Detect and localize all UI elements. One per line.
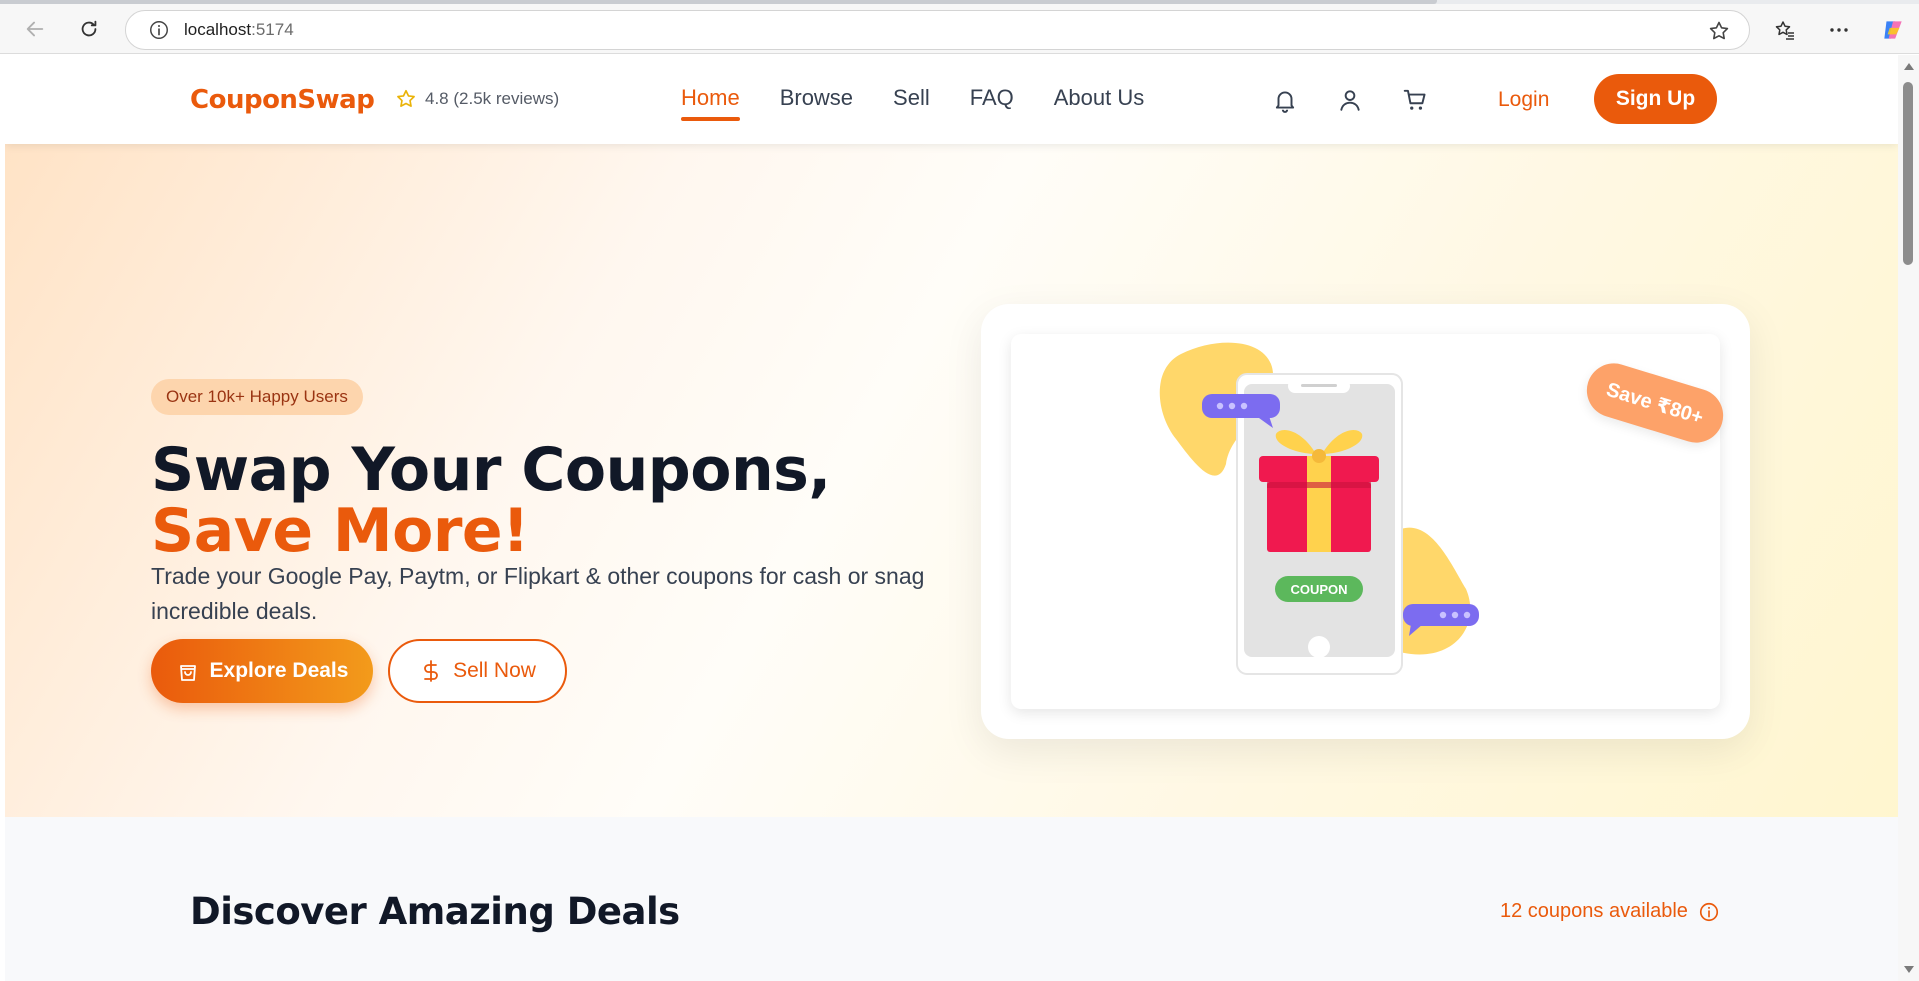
nav-browse[interactable]: Browse [780,85,853,121]
login-link[interactable]: Login [1498,88,1549,112]
site-info-icon[interactable] [148,19,170,41]
signup-button[interactable]: Sign Up [1594,74,1717,124]
coupons-available-count: 12 coupons available [1500,900,1720,923]
back-arrow-icon [26,21,44,37]
happy-users-badge: Over 10k+ Happy Users [151,379,363,415]
rating-summary: 4.8 (2.5k reviews) [395,88,559,110]
dollar-icon [424,660,438,682]
coupons-available-text: 12 coupons available [1500,900,1688,922]
cart-icon [1403,89,1426,110]
favorites-icon [1775,21,1794,40]
site-logo[interactable]: CouponSwap [190,85,375,115]
site-header: CouponSwap 4.8 (2.5k reviews) Home Brows… [5,55,1898,144]
copilot-icon [1884,21,1902,39]
page-scrollbar[interactable] [1898,55,1919,981]
deals-title: Discover Amazing Deals [190,890,680,933]
hero-subtitle: Trade your Google Pay, Paytm, or Flipkar… [151,563,925,624]
page-viewport: CouponSwap 4.8 (2.5k reviews) Home Brows… [5,55,1898,981]
nav-faq[interactable]: FAQ [970,85,1014,121]
deals-section: Discover Amazing Deals 12 coupons availa… [5,817,1898,981]
nav-home[interactable]: Home [681,85,740,121]
hero-title-accent: Save More! [151,496,529,566]
hero-section: Over 10k+ Happy Users Swap Your Coupons,… [5,144,1898,817]
scroll-down-arrow-icon[interactable] [1904,966,1914,973]
rating-text: 4.8 (2.5k reviews) [425,89,560,108]
account-button[interactable] [1335,85,1365,115]
scroll-up-arrow-icon[interactable] [1904,63,1914,70]
explore-deals-button[interactable]: Explore Deals [151,639,373,703]
coupon-pill-label: COUPON [1290,582,1347,597]
reload-icon [81,20,97,37]
copilot-button[interactable] [1879,16,1907,44]
more-dots-icon [1830,28,1848,32]
favorites-button[interactable] [1771,16,1799,44]
reload-button[interactable] [74,14,104,44]
cart-button[interactable] [1400,85,1430,115]
url-port: :5174 [251,20,294,39]
browser-toolbar: localhost:5174 [0,4,1919,54]
explore-deals-label: Explore Deals [209,659,349,682]
sell-now-button[interactable]: Sell Now [388,639,567,703]
user-icon [1340,90,1360,111]
bookmark-star-icon[interactable] [1707,19,1731,43]
notifications-button[interactable] [1270,85,1300,115]
star-icon [397,89,415,107]
hero-title: Swap Your Coupons, Save More! [151,440,951,562]
hero-title-main: Swap Your Coupons, [151,435,831,505]
bell-icon [1275,91,1295,113]
sell-now-label: Sell Now [453,659,536,682]
more-menu-button[interactable] [1825,16,1853,44]
shopping-bag-icon [179,665,196,681]
url-host: localhost [184,20,252,39]
nav-sell[interactable]: Sell [893,85,930,121]
address-bar[interactable]: localhost:5174 [125,10,1750,50]
info-icon[interactable] [1698,901,1720,923]
url-text[interactable]: localhost:5174 [184,20,294,40]
main-nav: Home Browse Sell FAQ About Us [681,85,1184,121]
back-button[interactable] [20,14,50,44]
nav-about-us[interactable]: About Us [1054,85,1145,121]
scrollbar-thumb[interactable] [1903,82,1913,265]
